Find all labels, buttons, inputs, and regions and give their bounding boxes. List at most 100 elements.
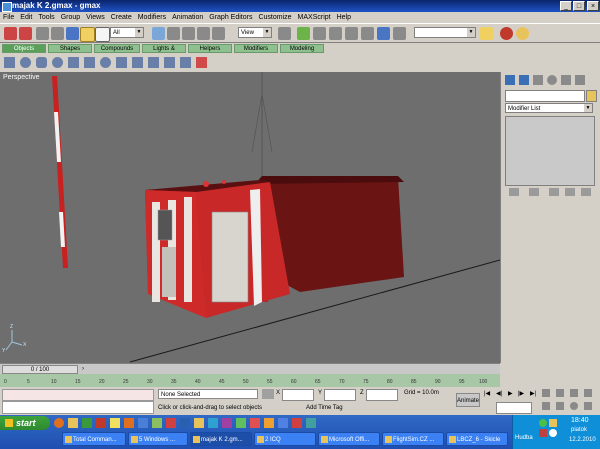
y-coordinate-field[interactable] <box>324 389 356 401</box>
angle-snap-icon[interactable] <box>345 27 358 40</box>
redo-icon[interactable] <box>19 27 32 40</box>
menu-file[interactable]: File <box>0 12 17 23</box>
menu-maxscript[interactable]: MAXScript <box>295 12 334 23</box>
previous-frame-icon[interactable]: ◀| <box>496 390 502 397</box>
taskbar-button[interactable]: LBCZ_6 - Skicle <box>446 432 508 446</box>
clock-time[interactable]: 18:40 <box>571 417 589 424</box>
select-manipulate-icon[interactable] <box>212 27 225 40</box>
taskbar-button[interactable]: 2 ICQ <box>254 432 316 446</box>
go-to-start-icon[interactable]: |◀ <box>484 390 490 397</box>
select-and-move-icon[interactable] <box>167 27 180 40</box>
app-icon[interactable] <box>250 418 260 428</box>
app-icon[interactable] <box>208 418 218 428</box>
field-of-view-icon[interactable] <box>542 402 550 410</box>
cone-icon[interactable] <box>84 57 95 68</box>
spinner-snap-icon[interactable] <box>377 27 390 40</box>
tab-modeling[interactable]: Modeling <box>280 44 324 53</box>
configure-modifier-sets-icon[interactable] <box>581 188 591 196</box>
pivot-point-icon[interactable] <box>278 27 291 40</box>
cylinder-icon[interactable] <box>36 57 47 68</box>
menu-modifiers[interactable]: Modifiers <box>135 12 169 23</box>
animate-button[interactable]: Animate <box>456 393 480 407</box>
app-icon[interactable] <box>292 418 302 428</box>
taskbar-button[interactable]: Total Comman... <box>62 432 126 446</box>
tray-icon[interactable] <box>539 429 547 437</box>
pyramid-icon[interactable] <box>132 57 143 68</box>
taskbar-button[interactable]: 5 Windows ... <box>128 432 188 446</box>
app-icon[interactable] <box>180 418 190 428</box>
tab-modifiers[interactable]: Modifiers <box>234 44 278 53</box>
select-object-icon[interactable] <box>80 27 95 42</box>
sphere-icon[interactable] <box>20 57 31 68</box>
hierarchy-tab-icon[interactable] <box>533 75 543 85</box>
mirror-icon[interactable] <box>297 27 310 40</box>
chamfer-box-icon[interactable] <box>180 57 191 68</box>
menu-group[interactable]: Group <box>58 12 83 23</box>
app-icon[interactable] <box>222 418 232 428</box>
menu-views[interactable]: Views <box>83 12 108 23</box>
perspective-viewport[interactable]: Perspective Z X Y <box>0 72 500 363</box>
show-end-result-icon[interactable] <box>529 188 539 196</box>
tray-icon[interactable] <box>539 419 547 427</box>
app-icon[interactable] <box>236 418 246 428</box>
chevron-right-icon[interactable]: › <box>82 365 92 373</box>
app-icon[interactable] <box>138 418 148 428</box>
maxscript-output[interactable] <box>2 401 154 414</box>
arc-rotate-icon[interactable] <box>570 402 578 410</box>
make-unique-icon[interactable] <box>549 188 559 196</box>
taskbar-button[interactable]: Microsoft Offi... <box>318 432 380 446</box>
tab-compounds[interactable]: Compounds <box>94 44 140 53</box>
display-tab-icon[interactable] <box>561 75 571 85</box>
quick-render-icon[interactable] <box>516 27 529 40</box>
remove-modifier-icon[interactable] <box>565 188 575 196</box>
app-icon[interactable] <box>110 418 120 428</box>
next-frame-icon[interactable]: |▶ <box>518 390 524 397</box>
select-and-scale-icon[interactable] <box>197 27 210 40</box>
tray-icon[interactable] <box>549 429 557 437</box>
create-tab-icon[interactable] <box>505 75 515 85</box>
add-time-tag-button[interactable]: Add Time Tag <box>306 403 352 413</box>
menu-tools[interactable]: Tools <box>35 12 57 23</box>
object-name-field[interactable] <box>505 90 585 102</box>
align-icon[interactable] <box>313 27 326 40</box>
menu-animation[interactable]: Animation <box>169 12 206 23</box>
link-icon[interactable] <box>36 27 49 40</box>
menu-create[interactable]: Create <box>108 12 135 23</box>
maximize-button[interactable]: □ <box>573 1 585 11</box>
lock-selection-icon[interactable] <box>262 389 274 399</box>
minimize-button[interactable]: _ <box>560 1 572 11</box>
modifier-stack-list[interactable] <box>505 116 595 186</box>
teapot-icon[interactable] <box>68 57 79 68</box>
reference-coordinate-dropdown[interactable]: View ▼ <box>238 27 272 38</box>
play-icon[interactable]: ▶ <box>508 390 513 397</box>
menu-customize[interactable]: Customize <box>255 12 294 23</box>
app-icon[interactable] <box>264 418 274 428</box>
app-icon[interactable] <box>166 418 176 428</box>
maxscript-listener-input[interactable] <box>2 389 154 401</box>
selection-filter-dropdown[interactable]: All ▼ <box>110 27 144 38</box>
firefox-icon[interactable] <box>54 418 64 428</box>
menu-graph-editors[interactable]: Graph Editors <box>206 12 255 23</box>
app-icon[interactable] <box>306 418 316 428</box>
render-icon[interactable] <box>500 27 513 40</box>
percent-snap-icon[interactable] <box>361 27 374 40</box>
unlink-icon[interactable] <box>51 27 64 40</box>
zoom-extents-all-icon[interactable] <box>584 389 592 397</box>
tube-icon[interactable] <box>116 57 127 68</box>
helper-icon[interactable] <box>196 57 207 68</box>
taskbar-button[interactable]: FlightSim.CZ ... <box>382 432 444 446</box>
track-bar[interactable]: 0 5 10 15 20 25 30 35 40 45 50 55 60 65 … <box>0 374 500 387</box>
bind-space-warp-icon[interactable] <box>66 27 79 40</box>
x-coordinate-field[interactable] <box>282 389 314 401</box>
utilities-tab-icon[interactable] <box>575 75 585 85</box>
taskbar-button[interactable]: majak K 2.gm... <box>190 432 252 446</box>
pin-stack-icon[interactable] <box>509 188 519 196</box>
app-icon[interactable] <box>82 418 92 428</box>
pan-icon[interactable] <box>556 402 564 410</box>
tab-helpers[interactable]: Helpers <box>188 44 232 53</box>
plane-icon[interactable] <box>148 57 159 68</box>
zoom-icon[interactable] <box>542 389 550 397</box>
edit-named-selection-icon[interactable] <box>393 27 406 40</box>
current-frame-field[interactable] <box>496 402 532 414</box>
menu-edit[interactable]: Edit <box>17 12 35 23</box>
